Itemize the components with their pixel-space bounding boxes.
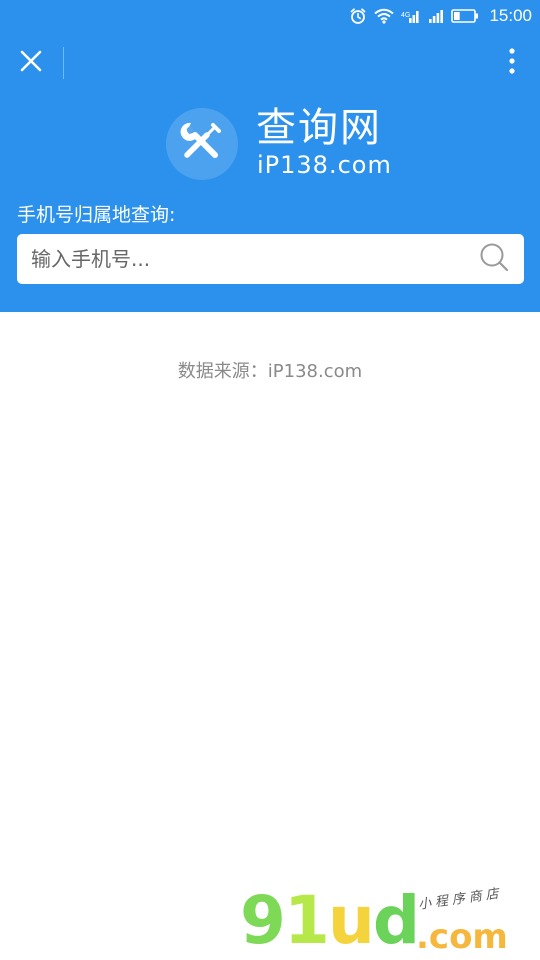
watermark-char: d [372, 882, 420, 959]
nav-divider [63, 47, 64, 79]
watermark-domain-suffix: .com [416, 917, 508, 957]
status-time: 15:00 [489, 6, 532, 25]
header: 4G 15:00 查询网 iP138.com 手机号归属地查询: 输入手机号..… [0, 0, 540, 312]
battery-icon [451, 8, 479, 24]
watermark-logo: 91ud .com 小程序商店 [240, 882, 540, 959]
brand-domain: iP138.com [257, 151, 392, 179]
wifi-icon [374, 8, 395, 24]
data-source-text: 数据来源：iP138.com [177, 361, 363, 382]
alarm-icon [349, 7, 367, 25]
signal-icon [428, 8, 444, 24]
watermark-char: 1 [283, 882, 330, 959]
svg-text:4G: 4G [401, 12, 410, 19]
status-icons: 4G 15:00 [349, 4, 532, 28]
more-button[interactable] [502, 46, 522, 80]
logo-badge [166, 108, 238, 180]
signal-icon: 4G [401, 8, 421, 24]
more-vertical-icon [509, 48, 515, 78]
search-label: 手机号归属地查询: [17, 204, 176, 226]
close-icon [19, 49, 43, 77]
phone-number-input[interactable] [17, 234, 457, 284]
search-icon [479, 242, 509, 276]
brand-logo: 查询网 iP138.com [166, 104, 406, 180]
close-button[interactable] [14, 46, 48, 80]
watermark-char: u [327, 882, 375, 959]
tools-icon [177, 117, 227, 171]
nav-bar [0, 40, 540, 86]
screen: 4G 15:00 查询网 iP138.com 手机号归属地查询: 输入手机号..… [0, 0, 540, 960]
watermark-tagline: 小程序商店 [417, 886, 504, 913]
search-button[interactable] [478, 243, 510, 275]
brand-name: 查询网 [256, 105, 382, 151]
watermark-main-text: 91ud [240, 882, 420, 959]
status-bar: 4G 15:00 [0, 0, 540, 32]
watermark-char: 9 [240, 882, 286, 959]
search-box [17, 234, 524, 284]
